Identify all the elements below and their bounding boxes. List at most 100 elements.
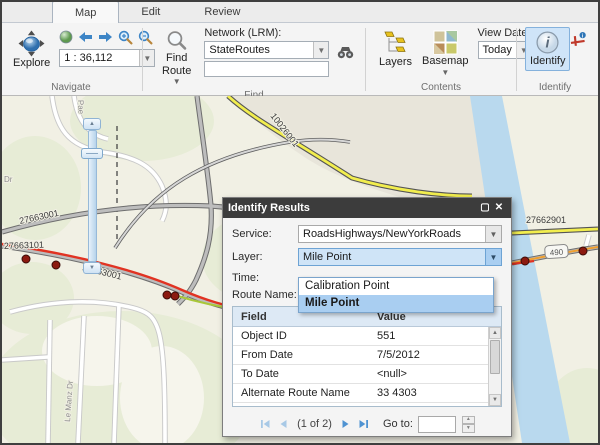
table-row[interactable]: Object ID 551 <box>233 327 501 346</box>
dialog-title-bar[interactable]: Identify Results ▢ ✕ <box>223 198 511 218</box>
cell-value: 551 <box>371 330 501 342</box>
group-separator <box>516 28 517 91</box>
group-separator <box>142 28 143 91</box>
ribbon-tab-bar: Map Edit Review <box>2 2 598 23</box>
scrollbar-down-icon[interactable]: ▼ <box>489 394 501 406</box>
identify-button[interactable]: i Identify <box>525 27 570 71</box>
basemap-button[interactable]: Basemap ▼ <box>417 27 473 80</box>
tab-review[interactable]: Review <box>182 1 262 22</box>
group-contents: Layers Basemap ▼ <box>368 25 514 95</box>
next-extent-arrow-icon[interactable] <box>98 31 113 43</box>
route-label: 27662901 <box>526 215 566 225</box>
ribbon: Map Edit Review <box>2 2 598 96</box>
street-label: Dr <box>4 175 13 184</box>
group-label-navigate: Navigate <box>2 81 140 95</box>
basemap-label: Basemap <box>422 55 468 68</box>
time-label: Time: <box>232 272 298 284</box>
table-row[interactable]: Alternate Route Name 33 4303 <box>233 384 501 403</box>
cell-field: From Date <box>233 349 371 361</box>
goto-spinner: ▲ ▼ <box>462 416 475 433</box>
basemap-dropdown-caret-icon: ▼ <box>441 68 449 77</box>
basemap-tiles-icon <box>433 30 458 55</box>
network-lrm-combobox[interactable]: StateRoutes ▼ <box>204 41 329 59</box>
route-label: 27663101 <box>4 240 44 251</box>
close-icon[interactable]: ✕ <box>492 203 506 213</box>
full-extent-globe-icon[interactable] <box>59 30 73 44</box>
scrollbar-thumb[interactable] <box>490 340 500 374</box>
zoom-in-icon[interactable] <box>118 30 133 45</box>
map-scale-combobox[interactable]: 1 : 36,112 ▼ <box>59 49 155 67</box>
tab-edit[interactable]: Edit <box>119 1 182 22</box>
find-route-magnifier-icon <box>166 30 188 52</box>
scrollbar-up-icon[interactable]: ▲ <box>489 327 501 339</box>
layer-dropdown-arrow-icon[interactable]: ▼ <box>485 249 501 265</box>
layer-row: Layer: Mile Point ▼ <box>232 248 502 266</box>
network-dropdown-arrow-icon[interactable]: ▼ <box>313 42 328 58</box>
map-zoom-slider: ▲ ▼ <box>80 118 104 274</box>
group-find: Find Route ▼ Network (LRM): StateRoutes … <box>145 25 363 95</box>
identify-label: Identify <box>530 55 565 68</box>
service-value: RoadsHighways/NewYorkRoads <box>299 228 485 240</box>
table-scrollbar[interactable]: ▲ ▼ <box>488 327 501 406</box>
svg-text:490: 490 <box>550 248 564 258</box>
spinner-up-icon[interactable]: ▲ <box>462 416 475 425</box>
explore-button[interactable]: Explore <box>8 27 55 73</box>
layers-button[interactable]: Layers <box>374 27 417 72</box>
binoculars-search-icon[interactable] <box>337 45 354 60</box>
group-separator <box>365 28 366 91</box>
cell-field: Alternate Route Name <box>233 387 371 399</box>
view-date-value: Today <box>479 44 516 56</box>
zoom-slider-down-button[interactable]: ▼ <box>83 262 101 274</box>
zoom-slider-handle[interactable] <box>81 148 103 159</box>
service-combobox[interactable]: RoadsHighways/NewYorkRoads ▼ <box>298 225 502 243</box>
layer-combobox[interactable]: Mile Point ▼ <box>298 248 502 266</box>
find-route-dropdown-caret-icon: ▼ <box>173 77 181 86</box>
identify-info-icon: i <box>535 30 560 55</box>
cell-value: 7/5/2012 <box>371 349 501 361</box>
zoom-slider-up-button[interactable]: ▲ <box>83 118 101 130</box>
layers-tree-icon <box>383 30 409 56</box>
find-route-label-1: Find <box>166 52 187 65</box>
network-lrm-value: StateRoutes <box>205 44 313 56</box>
goto-page-input[interactable] <box>418 416 456 433</box>
next-page-icon[interactable] <box>339 418 352 430</box>
find-route-button[interactable]: Find Route ▼ <box>157 27 196 89</box>
pagination-bar: (1 of 2) Go to: ▲ ▼ <box>232 412 502 436</box>
goto-label: Go to: <box>383 418 413 430</box>
group-label-identify: Identify <box>519 81 591 95</box>
previous-page-icon[interactable] <box>277 418 290 430</box>
group-identify: i Identify i Identify <box>519 25 591 95</box>
spinner-down-icon[interactable]: ▼ <box>462 424 475 433</box>
last-page-icon[interactable] <box>357 418 370 430</box>
map-scale-value: 1 : 36,112 <box>60 52 139 64</box>
tab-map[interactable]: Map <box>52 1 119 23</box>
route-search-input[interactable] <box>204 61 329 77</box>
first-page-icon[interactable] <box>259 418 272 430</box>
group-label-contents: Contents <box>368 81 514 95</box>
cell-value: 33 4303 <box>371 387 501 399</box>
service-dropdown-arrow-icon[interactable]: ▼ <box>485 226 501 242</box>
page-indicator: (1 of 2) <box>297 418 332 430</box>
attribute-table: Field Value Object ID 551 From Date 7/5/… <box>232 306 502 407</box>
layer-dropdown-list: Calibration Point Mile Point <box>298 277 494 313</box>
layer-value: Mile Point <box>299 251 485 263</box>
previous-extent-arrow-icon[interactable] <box>78 31 93 43</box>
dropdown-option-mile-point[interactable]: Mile Point <box>299 295 493 312</box>
ribbon-toolbar: Explore <box>2 23 598 95</box>
map-view[interactable]: 490 27663001 27663101 27663001 27662901 … <box>2 96 598 443</box>
table-row[interactable]: To Date <null> <box>233 365 501 384</box>
dialog-title: Identify Results <box>228 202 310 214</box>
street-label: Pae <box>76 100 86 115</box>
dropdown-option-calibration-point[interactable]: Calibration Point <box>299 278 493 295</box>
identify-results-dialog: Identify Results ▢ ✕ Service: RoadsHighw… <box>222 197 512 437</box>
network-lrm-label: Network (LRM): <box>204 27 329 41</box>
maximize-icon[interactable]: ▢ <box>478 203 492 213</box>
table-row[interactable]: From Date 7/5/2012 <box>233 346 501 365</box>
layer-label: Layer: <box>232 251 298 263</box>
cell-field: Object ID <box>233 330 371 342</box>
explore-compass-icon <box>18 30 45 57</box>
group-navigate: Explore <box>2 25 140 95</box>
find-route-label-2: Route <box>162 65 191 78</box>
service-row: Service: RoadsHighways/NewYorkRoads ▼ <box>232 225 502 243</box>
identify-route-location-icon[interactable]: i <box>570 31 587 48</box>
